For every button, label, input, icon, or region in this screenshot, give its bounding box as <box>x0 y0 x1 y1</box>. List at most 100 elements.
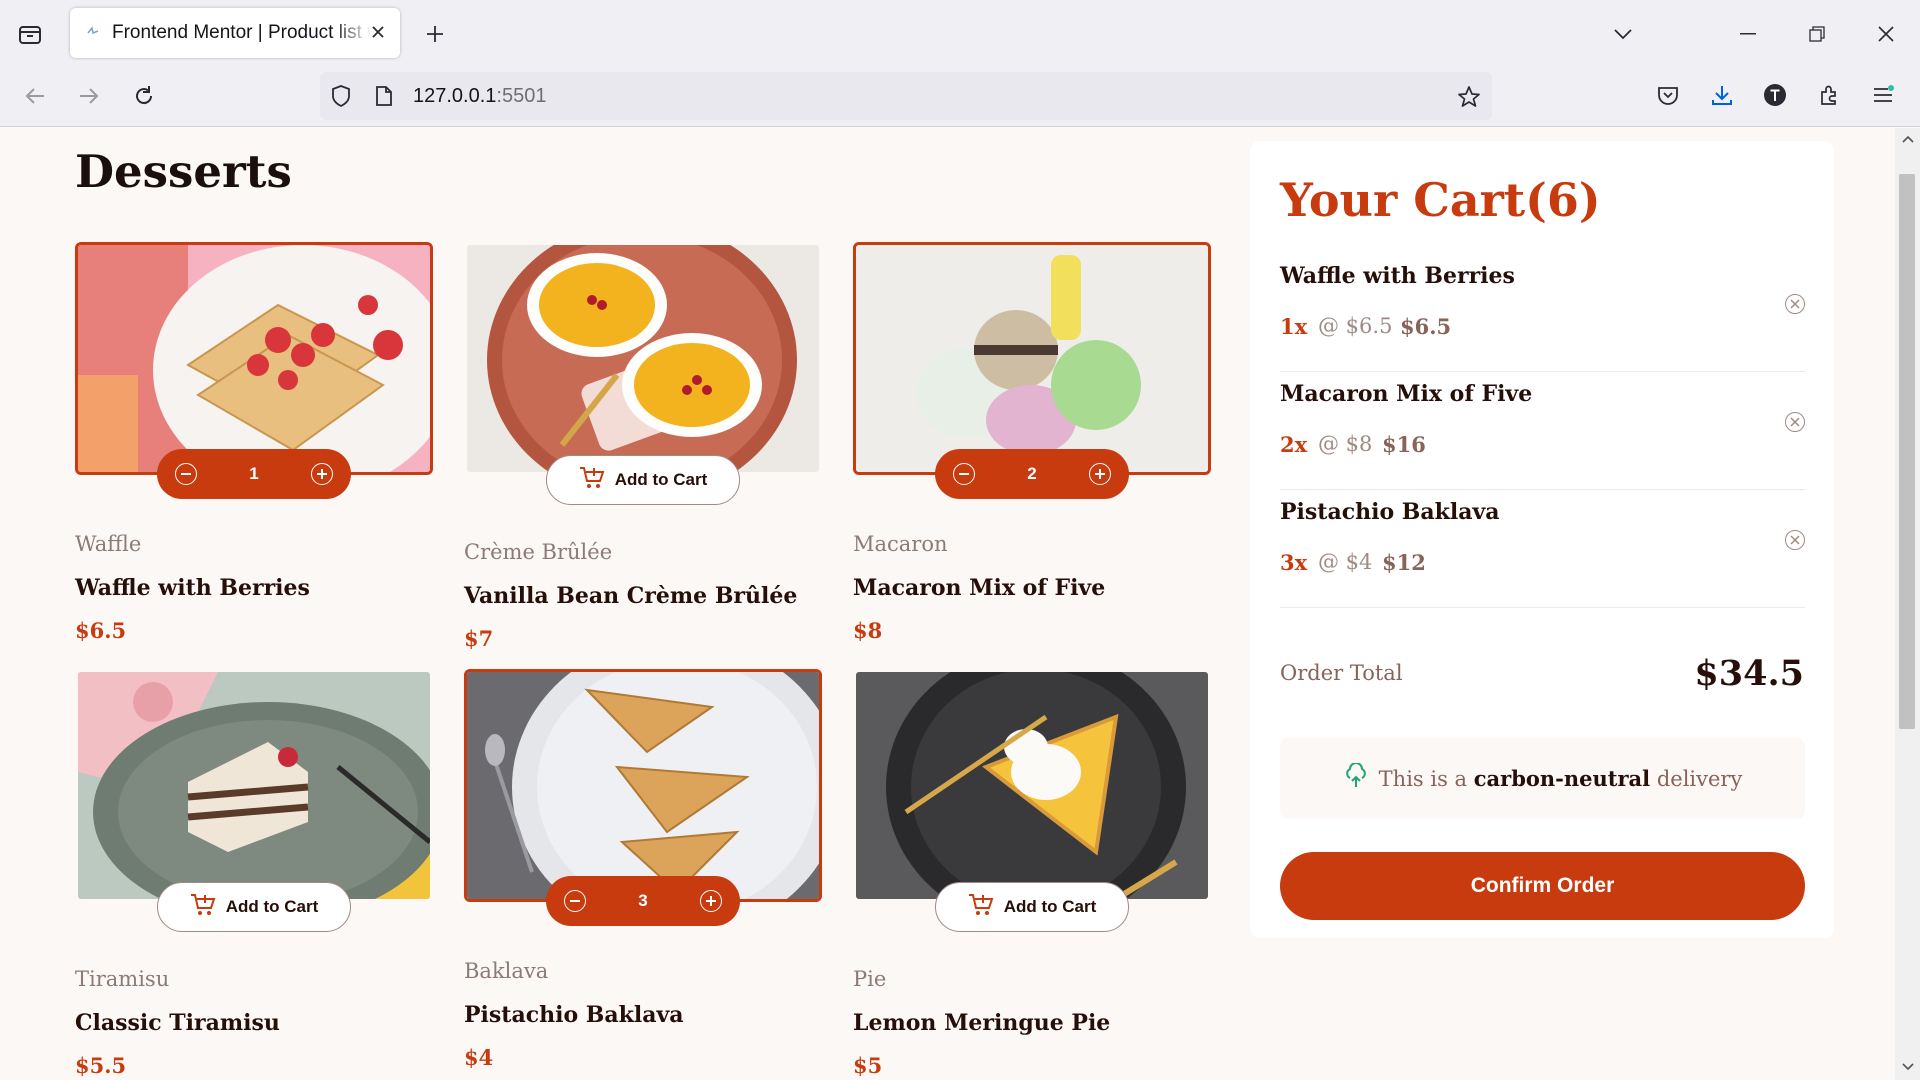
cart-item-qty: 2x <box>1280 432 1308 457</box>
baklava-image <box>464 669 822 902</box>
tab-list-chevron-icon[interactable] <box>1608 19 1638 49</box>
product-price: $5.5 <box>75 1053 127 1078</box>
tiramisu-image <box>75 669 433 902</box>
quantity-stepper[interactable]: 2 <box>935 449 1129 499</box>
product-category: Baklava <box>464 959 549 983</box>
cart-item-qty: 3x <box>1280 550 1308 575</box>
page-title: Desserts <box>75 145 292 198</box>
cart-title: Your Cart(6) <box>1280 173 1601 227</box>
cart-panel: Your Cart(6) Waffle with Berries 1x @ $6… <box>1250 141 1834 938</box>
quantity-value: 1 <box>249 464 259 483</box>
forward-icon[interactable] <box>74 81 104 111</box>
scroll-up-arrow-icon[interactable] <box>1901 132 1915 146</box>
cart-item-total: $12 <box>1382 550 1426 575</box>
scroll-down-arrow-icon[interactable] <box>1901 1060 1915 1074</box>
product-price: $7 <box>464 626 494 651</box>
creme-brulee-image <box>464 242 822 475</box>
close-window-icon[interactable] <box>1871 19 1901 49</box>
downloads-icon[interactable] <box>1707 80 1737 110</box>
product-name: Lemon Meringue Pie <box>853 1010 1111 1036</box>
bookmark-star-icon[interactable] <box>1456 84 1482 110</box>
page-info-icon[interactable] <box>372 84 396 108</box>
address-bar[interactable]: 127.0.0.1:5501 <box>320 72 1492 120</box>
back-icon[interactable] <box>20 81 50 111</box>
add-to-cart-label: Add to Cart <box>1003 897 1097 916</box>
pocket-icon[interactable] <box>1653 81 1683 111</box>
macaron-image <box>853 242 1211 475</box>
url-host: 127.0.0.1 <box>413 85 497 107</box>
remove-item-icon[interactable] <box>1785 412 1805 432</box>
product-category: Waffle <box>75 532 142 556</box>
decrement-icon[interactable] <box>175 463 197 485</box>
extensions-icon[interactable] <box>1814 80 1844 110</box>
product-category: Crème Brûlée <box>464 540 613 564</box>
waffle-image <box>75 242 433 475</box>
url-text: 127.0.0.1:5501 <box>413 85 546 108</box>
product-price: $4 <box>464 1045 494 1070</box>
lemon-pie-image <box>853 669 1211 902</box>
cart-item-qty: 1x <box>1280 314 1308 339</box>
add-to-cart-button[interactable]: Add to Cart <box>546 455 740 505</box>
carbon-neutral-notice: This is a carbon-neutral delivery <box>1280 738 1805 819</box>
cart-add-icon <box>968 893 994 922</box>
order-total-label: Order Total <box>1280 661 1403 685</box>
remove-item-icon[interactable] <box>1785 530 1805 550</box>
product-card: Add to Cart Pie Lemon Meringue Pie $5 <box>853 669 1211 1078</box>
cart-item-name: Macaron Mix of Five <box>1280 381 1533 407</box>
app-menu-icon[interactable] <box>1868 80 1898 110</box>
product-card: 2 Macaron Macaron Mix of Five $8 <box>853 242 1211 643</box>
product-name: Classic Tiramisu <box>75 1010 280 1036</box>
confirm-order-button[interactable]: Confirm Order <box>1280 852 1805 920</box>
browser-tab[interactable]: Frontend Mentor | Product list with cart <box>70 8 400 58</box>
tab-title: Frontend Mentor | Product list with cart <box>112 22 372 43</box>
product-card: 1 Waffle Waffle with Berries $6.5 <box>75 242 433 643</box>
cart-item-unit-price: @ $8 <box>1318 432 1373 456</box>
cart-item-total: $16 <box>1382 432 1426 457</box>
product-price: $8 <box>853 618 883 643</box>
increment-icon[interactable] <box>1089 463 1111 485</box>
cart-add-icon <box>579 466 605 495</box>
product-name: Vanilla Bean Crème Brûlée <box>464 583 798 609</box>
order-total-value: $34.5 <box>1694 653 1804 694</box>
product-name: Pistachio Baklava <box>464 1002 684 1028</box>
tree-icon <box>1343 762 1369 794</box>
frontend-mentor-favicon <box>86 26 100 40</box>
account-avatar-icon[interactable] <box>1760 80 1790 110</box>
cart-item-total: $6.5 <box>1400 314 1452 339</box>
scrollbar-thumb[interactable] <box>1899 174 1915 729</box>
product-card: Add to Cart Crème Brûlée Vanilla Bean Cr… <box>464 242 822 651</box>
quantity-stepper[interactable]: 3 <box>546 876 740 926</box>
cart-item-name: Pistachio Baklava <box>1280 499 1500 525</box>
add-to-cart-button[interactable]: Add to Cart <box>157 882 351 932</box>
tab-overview-icon[interactable] <box>14 18 46 50</box>
decrement-icon[interactable] <box>953 463 975 485</box>
cart-item-unit-price: @ $4 <box>1318 550 1373 574</box>
minimize-icon[interactable] <box>1733 19 1763 49</box>
cart-item: Waffle with Berries 1x @ $6.5 $6.5 <box>1280 254 1805 372</box>
url-port: :5501 <box>496 85 547 107</box>
restore-icon[interactable] <box>1802 19 1832 49</box>
carbon-text-bold: carbon-neutral <box>1473 766 1651 791</box>
page-viewport: Desserts 1 Waffle Waffle with Berries $6… <box>0 128 1895 1080</box>
decrement-icon[interactable] <box>564 890 586 912</box>
increment-icon[interactable] <box>700 890 722 912</box>
new-tab-icon[interactable] <box>420 19 450 49</box>
vertical-scrollbar[interactable] <box>1895 128 1920 1080</box>
add-to-cart-button[interactable]: Add to Cart <box>935 882 1129 932</box>
increment-icon[interactable] <box>311 463 333 485</box>
carbon-text-pre: This is a <box>1378 767 1468 791</box>
shield-icon[interactable] <box>329 84 353 108</box>
cart-add-icon <box>190 893 216 922</box>
add-to-cart-label: Add to Cart <box>225 897 319 916</box>
product-price: $6.5 <box>75 618 127 643</box>
product-card: 3 Baklava Pistachio Baklava $4 <box>464 669 822 1070</box>
product-card: Add to Cart Tiramisu Classic Tiramisu $5… <box>75 669 433 1078</box>
product-category: Pie <box>853 967 887 991</box>
remove-item-icon[interactable] <box>1785 294 1805 314</box>
cart-item: Macaron Mix of Five 2x @ $8 $16 <box>1280 372 1805 490</box>
browser-chrome: Frontend Mentor | Product list with cart… <box>0 0 1920 127</box>
reload-icon[interactable] <box>129 81 159 111</box>
close-tab-icon[interactable] <box>368 22 388 42</box>
cart-item: Pistachio Baklava 3x @ $4 $12 <box>1280 490 1805 608</box>
quantity-stepper[interactable]: 1 <box>157 449 351 499</box>
